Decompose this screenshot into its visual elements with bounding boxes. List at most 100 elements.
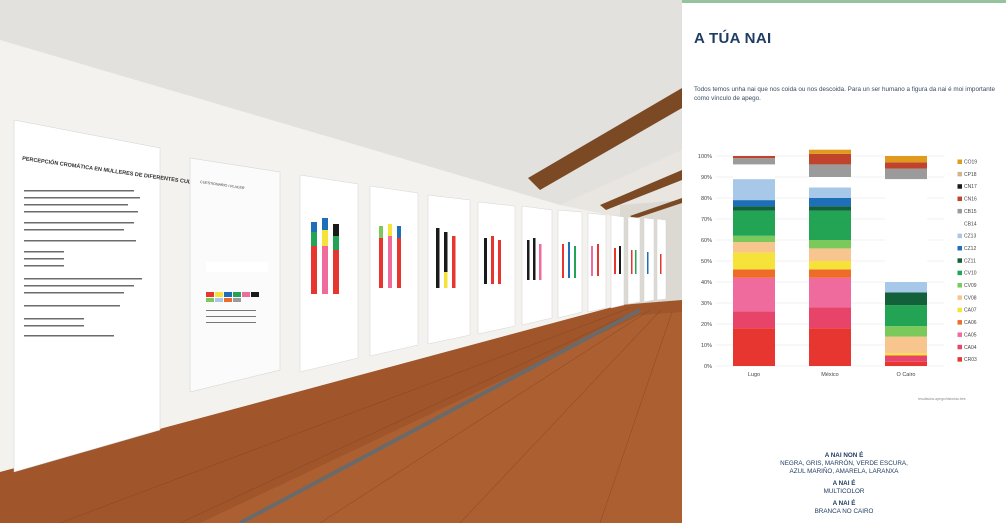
bar-segment — [885, 156, 927, 163]
bar-segment — [733, 252, 775, 270]
bar-segment — [733, 328, 775, 366]
legend-label: CA05 — [964, 332, 977, 338]
bar-segment — [809, 149, 851, 154]
legend-label: CB14 — [964, 221, 977, 227]
legend-swatch — [957, 332, 962, 337]
bar-segment — [733, 200, 775, 207]
legend-label: CP18 — [964, 172, 977, 178]
legend-label: CZ11 — [964, 258, 976, 264]
panel-8 — [557, 209, 583, 319]
bar-segment — [885, 292, 927, 306]
y-tick-label: 10% — [701, 343, 712, 349]
legend-label: CV09 — [964, 283, 977, 289]
legend-label: CR03 — [964, 357, 977, 363]
poster-statement-6: A NAI É — [832, 500, 856, 507]
panel-4 — [369, 185, 419, 357]
bar-segment — [809, 206, 851, 211]
x-tick-label: O Cairo — [897, 372, 916, 378]
legend-label: CB15 — [964, 209, 977, 215]
panel-11 — [627, 216, 641, 305]
chart-source-note: resultados.apego/historias.tres — [918, 397, 966, 401]
poster-intro-text: Todos temos unha nai que nos coida ou no… — [694, 86, 996, 102]
legend-label: CZ12 — [964, 246, 976, 252]
bar-segment — [733, 210, 775, 236]
panel-9 — [587, 212, 607, 313]
bar-segment — [809, 277, 851, 308]
y-tick-label: 90% — [701, 175, 712, 181]
legend-swatch — [957, 208, 962, 214]
legend-label: CA04 — [964, 345, 977, 351]
legend-swatch — [957, 344, 962, 350]
bar-segment — [885, 326, 927, 337]
panel-5 — [427, 194, 471, 345]
poster-statement-7: BRANCA NO CAIRO — [814, 508, 874, 515]
stacked-bar-chart: 0% 10% 20% 30% 40% 50% 60% 70% 80% 90% 100% Lugo Méx… — [698, 149, 977, 378]
poster-statement-5: MULTICOLOR — [823, 488, 865, 495]
legend-swatch — [957, 320, 962, 325]
bar-segment — [733, 311, 775, 329]
bar-segment — [885, 361, 927, 366]
panel-3 — [299, 174, 359, 373]
legend-label: CV10 — [964, 271, 977, 277]
panel-12 — [643, 217, 655, 303]
bar-segment — [809, 328, 851, 366]
legend-swatch — [957, 307, 962, 313]
y-tick-label: 80% — [701, 196, 712, 202]
bar-segment — [885, 162, 927, 169]
y-tick-label: 40% — [701, 280, 712, 286]
legend-swatch — [957, 295, 962, 300]
panel-13 — [656, 218, 667, 301]
legend-label: CA06 — [964, 320, 977, 326]
bar-segment — [733, 158, 775, 165]
legend-swatch — [957, 184, 962, 189]
legend-swatch — [957, 171, 962, 177]
panel-2 — [189, 157, 281, 393]
bar-segment — [885, 168, 927, 180]
bar-segment — [733, 242, 775, 253]
poster-statement-2: NEGRA, GRIS, MARRÓN, VERDE ESCURA, — [780, 460, 908, 467]
bar-segment — [885, 355, 927, 362]
legend-swatch — [957, 159, 962, 164]
x-tick-label: México — [821, 372, 838, 378]
bar-segment — [885, 179, 927, 282]
bar-segment — [809, 187, 851, 198]
bar-segment — [809, 248, 851, 261]
poster-statement-4: A NAI É — [832, 480, 856, 487]
legend-label: CN16 — [964, 197, 977, 203]
poster-top-rule — [682, 0, 1006, 3]
y-tick-label: 70% — [701, 217, 712, 223]
legend-swatch — [957, 357, 962, 362]
bar-segment — [733, 269, 775, 278]
legend-swatch — [957, 245, 962, 251]
y-tick-label: 20% — [701, 322, 712, 328]
legend-swatch — [957, 270, 962, 276]
legend-swatch — [957, 196, 962, 202]
bar-segment — [885, 305, 927, 327]
bar-segment — [733, 164, 775, 180]
bar-segment — [885, 336, 927, 354]
gallery-scene: PERCEPCIÓN CROMÁTICA EN MULLERES DE DIFE… — [0, 0, 682, 523]
legend-swatch — [957, 283, 962, 288]
legend-label: CN17 — [964, 184, 977, 190]
panel-7 — [521, 205, 553, 326]
bar-segment — [733, 179, 775, 201]
bar-segment — [733, 277, 775, 312]
bar-segment — [809, 164, 851, 177]
y-tick-label: 100% — [698, 154, 712, 160]
bar-segment — [809, 177, 851, 188]
poster-statement-3: AZUL MARIÑO, AMARELA, LARANXA — [789, 468, 899, 475]
legend-swatch — [957, 221, 962, 226]
panel-6 — [477, 201, 516, 335]
bar-segment — [809, 261, 851, 270]
y-tick-label: 0% — [704, 364, 712, 370]
bar-segment — [809, 198, 851, 207]
bar-segment — [809, 210, 851, 240]
bar-segment — [809, 153, 851, 165]
y-tick-label: 30% — [701, 301, 712, 307]
bar-segment — [809, 307, 851, 329]
bar-segment — [733, 235, 775, 243]
gallery-photo: PERCEPCIÓN CROMÁTICA EN MULLERES DE DIFE… — [0, 0, 682, 523]
bar-segment — [885, 353, 927, 356]
bar-segment — [733, 156, 775, 159]
poster-statement-1: A NAI NON É — [824, 452, 864, 459]
